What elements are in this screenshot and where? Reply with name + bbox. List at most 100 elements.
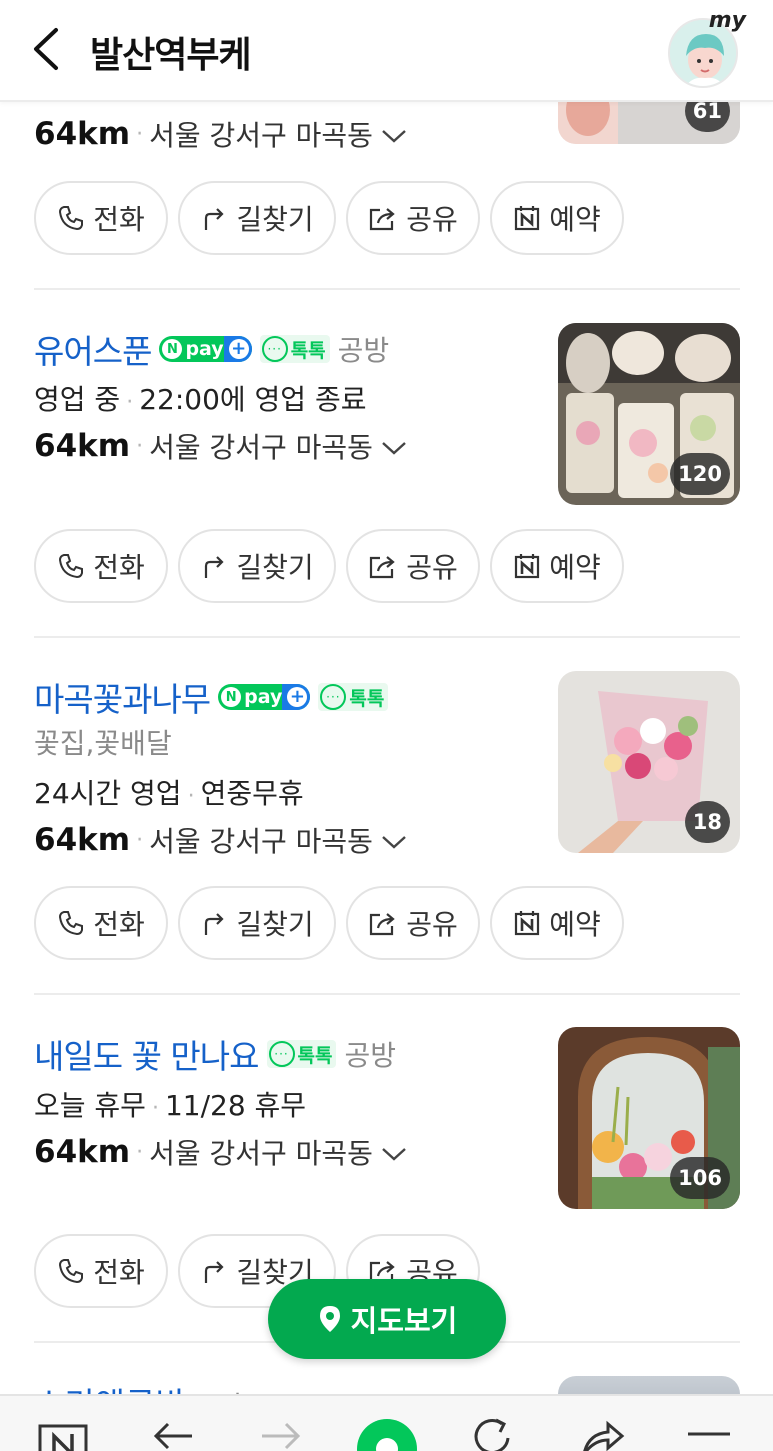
phone-icon: [57, 1257, 85, 1285]
separator-dot: ·: [136, 827, 144, 853]
call-label: 전화: [93, 1256, 145, 1289]
separator-dot: ·: [136, 433, 144, 459]
route-button[interactable]: 길찾기: [178, 181, 336, 255]
distance: 64km: [34, 116, 131, 152]
photo-count-badge: 120: [670, 453, 730, 495]
chevron-down-icon[interactable]: [381, 824, 407, 857]
search-results-list: 61 64km · 서울 강서구 마곡동 전화 길찾기 공유 예약 유어스푼 N…: [0, 0, 773, 1451]
call-label: 전화: [93, 551, 145, 584]
top-header: 발산역부케 my: [0, 0, 773, 102]
share-button[interactable]: 공유: [346, 181, 480, 255]
place-photo[interactable]: 106: [558, 1027, 740, 1209]
route-icon: [200, 909, 228, 937]
place-category: 공방: [344, 1039, 396, 1072]
booking-button[interactable]: 예약: [490, 181, 624, 255]
divider: [34, 636, 740, 638]
naver-home-icon[interactable]: [38, 1414, 90, 1451]
address: 서울 강서구 마곡동: [149, 431, 373, 464]
booking-button[interactable]: 예약: [490, 886, 624, 960]
booking-label: 예약: [549, 908, 601, 941]
back-arrow-icon[interactable]: [150, 1414, 196, 1451]
back-arrow-icon: [34, 28, 58, 70]
chevron-down-icon[interactable]: [381, 1136, 407, 1169]
call-button[interactable]: 전화: [34, 1234, 168, 1308]
divider: [34, 288, 740, 290]
my-profile-button[interactable]: my: [668, 8, 746, 88]
booking-button[interactable]: 예약: [490, 529, 624, 603]
business-hours: 연중무휴: [200, 777, 304, 810]
route-label: 길찾기: [236, 203, 314, 236]
green-dot-icon[interactable]: [356, 1418, 418, 1451]
business-status: 24시간 영업: [34, 777, 182, 810]
forward-arrow-icon[interactable]: [258, 1414, 304, 1451]
booking-label: 예약: [549, 203, 601, 236]
route-button[interactable]: 길찾기: [178, 886, 336, 960]
call-label: 전화: [93, 908, 145, 941]
phone-icon: [57, 552, 85, 580]
place-category: 공방: [337, 334, 390, 367]
back-button[interactable]: [26, 24, 70, 74]
place-photo[interactable]: 18: [558, 671, 740, 853]
talktalk-badge[interactable]: ··· 톡톡: [259, 335, 330, 363]
distance: 64km: [34, 1134, 131, 1170]
call-button[interactable]: 전화: [34, 181, 168, 255]
share-icon: [368, 204, 398, 232]
my-label: my: [708, 8, 746, 33]
call-label: 전화: [93, 203, 145, 236]
separator-dot: ·: [136, 1139, 144, 1165]
npay-badge: Npay +: [159, 336, 252, 362]
place-name[interactable]: 유어스푼: [34, 325, 152, 373]
phone-icon: [57, 909, 85, 937]
naver-booking-icon: [513, 552, 541, 580]
naver-booking-icon: [513, 204, 541, 232]
place-name[interactable]: 마곡꽃과나무: [34, 673, 211, 721]
share-label: 공유: [406, 203, 458, 236]
booking-label: 예약: [549, 551, 601, 584]
business-status: 영업 중: [34, 383, 121, 416]
business-hours: 22:00에 영업 종료: [139, 383, 367, 416]
phone-icon: [57, 204, 85, 232]
share-button[interactable]: 공유: [346, 529, 480, 603]
share-label: 공유: [406, 908, 458, 941]
refresh-icon[interactable]: [470, 1414, 516, 1451]
divider: [34, 993, 740, 995]
share-button[interactable]: 공유: [346, 886, 480, 960]
route-label: 길찾기: [236, 908, 314, 941]
separator-dot: ·: [136, 121, 144, 147]
map-pin-icon: [317, 1304, 343, 1334]
photo-count-badge: 18: [684, 801, 730, 843]
menu-icon[interactable]: [686, 1414, 732, 1451]
map-view-label: 지도보기: [350, 1304, 458, 1338]
business-status: 오늘 휴무: [34, 1089, 146, 1122]
route-icon: [200, 1257, 228, 1285]
talktalk-badge[interactable]: ··· 톡톡: [266, 1040, 337, 1068]
address: 서울 강서구 마곡동: [149, 1137, 373, 1170]
map-view-button[interactable]: 지도보기: [268, 1279, 506, 1359]
chevron-down-icon[interactable]: [381, 118, 407, 151]
route-label: 길찾기: [236, 551, 314, 584]
route-icon: [200, 204, 228, 232]
naver-booking-icon: [513, 909, 541, 937]
bottom-navigation-bar: [0, 1394, 773, 1451]
npay-badge: Npay +: [218, 684, 311, 710]
address: 서울 강서구 마곡동: [149, 119, 373, 152]
photo-count-badge: 106: [670, 1157, 730, 1199]
share-icon: [368, 909, 398, 937]
chevron-down-icon[interactable]: [381, 430, 407, 463]
distance: 64km: [34, 428, 131, 464]
share-label: 공유: [406, 551, 458, 584]
place-category: 꽃집,꽃배달: [34, 727, 172, 760]
route-button[interactable]: 길찾기: [178, 529, 336, 603]
place-name[interactable]: 내일도 꽃 만나요: [34, 1030, 259, 1078]
route-icon: [200, 552, 228, 580]
call-button[interactable]: 전화: [34, 529, 168, 603]
business-hours: 11/28 휴무: [164, 1089, 307, 1122]
page-title: 발산역부케: [90, 35, 252, 76]
share-icon[interactable]: [578, 1414, 626, 1451]
talktalk-badge[interactable]: ··· 톡톡: [318, 683, 389, 711]
distance: 64km: [34, 822, 131, 858]
address: 서울 강서구 마곡동: [149, 825, 373, 858]
place-photo[interactable]: 120: [558, 323, 740, 505]
call-button[interactable]: 전화: [34, 886, 168, 960]
share-icon: [368, 552, 398, 580]
